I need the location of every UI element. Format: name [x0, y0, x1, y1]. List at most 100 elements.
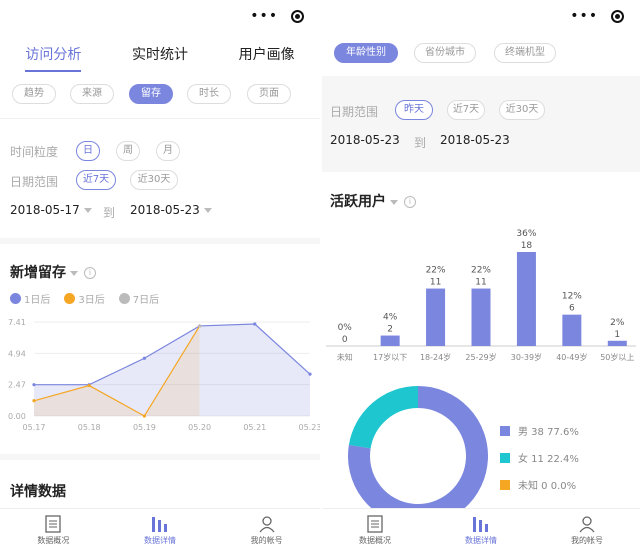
range-30days[interactable]: 近30天 — [130, 170, 178, 190]
legend-swatch — [500, 452, 510, 463]
subtab-retention[interactable]: 留存 — [129, 84, 173, 104]
range-7days[interactable]: 近7天 — [447, 100, 485, 120]
retention-line-chart: 7.41 4.94 2.47 0.00 05.17 05.18 05.19 05.20 05.2… — [8, 318, 320, 432]
bars-icon — [473, 517, 488, 532]
active-users-title-wrap[interactable]: 活跃用户 i — [330, 191, 416, 211]
legend-item[interactable]: 未知 0 0.0% — [500, 477, 579, 492]
to-label: 到 — [414, 136, 427, 150]
bar-percent-label: 2% — [610, 318, 625, 328]
tab-user-portrait[interactable]: 用户画像 — [239, 44, 295, 72]
nav-overview[interactable]: 数据概况 — [37, 515, 69, 546]
more-icon[interactable]: ••• — [250, 9, 278, 23]
legend-label: 7日后 — [132, 295, 160, 306]
legend-label: 男 38 77.6% — [518, 427, 579, 438]
portrait-tabs: 年龄性别 省份城市 终端机型 — [334, 43, 556, 63]
granularity-week[interactable]: 周 — [116, 141, 140, 161]
nav-account[interactable]: 我的帐号 — [571, 515, 603, 546]
age-bar-chart: 0 0% 未知 2 4% 17岁以下 11 22% 18-24岁 11 22% 25-29岁 18 36%… — [326, 229, 636, 362]
legend-item[interactable]: 女 11 22.4% — [500, 450, 579, 465]
data-point — [198, 324, 202, 328]
end-date-picker[interactable]: 2018-05-23 — [130, 203, 212, 217]
subtab-source[interactable]: 来源 — [70, 84, 114, 104]
doc-icon — [367, 515, 383, 533]
granularity-day[interactable]: 日 — [76, 141, 100, 161]
range-7days[interactable]: 近7天 — [76, 170, 116, 190]
nav-overview[interactable]: 数据概况 — [359, 515, 391, 546]
start-date[interactable]: 2018-05-23 — [330, 133, 400, 147]
bar-percent-label: 22% — [426, 266, 446, 276]
bar-percent-label: 22% — [471, 266, 491, 276]
nav-label: 我的帐号 — [250, 536, 283, 545]
nav-label: 数据详情 — [143, 536, 176, 545]
nav-details[interactable]: 数据详情 — [465, 515, 497, 546]
bar-percent-label: 4% — [383, 313, 398, 323]
data-point — [142, 356, 146, 360]
legend-label: 3日后 — [78, 295, 105, 306]
caret-down-icon — [390, 199, 398, 205]
donut-slice — [348, 386, 419, 449]
close-target-icon[interactable] — [610, 9, 624, 23]
retention-title: 新增留存 — [10, 265, 66, 281]
tab-realtime[interactable]: 实时统计 — [132, 44, 188, 72]
data-point — [308, 372, 312, 376]
range-yesterday[interactable]: 昨天 — [395, 100, 433, 120]
legend-item[interactable]: 7日后 — [118, 291, 160, 306]
retention-title-wrap[interactable]: 新增留存 i — [10, 262, 96, 282]
end-date: 2018-05-23 — [130, 203, 200, 217]
range-30days[interactable]: 近30天 — [499, 100, 545, 120]
data-point — [87, 383, 91, 388]
nav-details[interactable]: 数据详情 — [144, 515, 176, 546]
data-point — [32, 383, 36, 387]
x-tick-label: 30-39岁 — [511, 352, 542, 362]
legend-item[interactable]: 男 38 77.6% — [500, 423, 579, 438]
nav-label: 我的帐号 — [571, 536, 603, 545]
nav-account[interactable]: 我的帐号 — [251, 515, 283, 546]
range-label: 日期范围 — [330, 105, 379, 119]
range-label: 日期范围 — [10, 175, 59, 189]
sub-tabs: 趋势 来源 留存 时长 页面 — [12, 84, 291, 104]
bar-percent-label: 36% — [516, 229, 536, 239]
bar — [380, 335, 400, 346]
granularity-label: 时间粒度 — [10, 145, 59, 159]
legend-dot — [10, 293, 21, 304]
tab-age-gender[interactable]: 年龄性别 — [334, 43, 398, 63]
x-tick-label: 05.20 — [188, 423, 211, 432]
granularity-month[interactable]: 月 — [156, 141, 180, 161]
range-options: 昨天 近7天 近30天 — [395, 100, 545, 120]
user-icon — [579, 516, 595, 533]
caret-down-icon — [70, 270, 78, 276]
x-tick-label: 05.23 — [299, 423, 320, 432]
data-point — [32, 399, 36, 403]
legend-dot — [118, 293, 130, 304]
detail-title: 详情数据 — [10, 484, 66, 500]
start-date-picker[interactable]: 2018-05-17 — [10, 203, 92, 217]
end-date[interactable]: 2018-05-23 — [440, 133, 510, 147]
x-tick-label: 18-24岁 — [420, 352, 451, 362]
x-tick-label: 05.18 — [78, 423, 101, 432]
info-icon[interactable]: i — [84, 267, 96, 279]
subtab-duration[interactable]: 时长 — [187, 84, 231, 104]
active-users-title: 活跃用户 — [330, 194, 386, 210]
legend-item[interactable]: 1日后 — [10, 291, 50, 306]
bar — [426, 288, 446, 346]
info-icon[interactable]: i — [404, 196, 416, 208]
mini-program-capsule[interactable]: ••• — [564, 6, 630, 26]
close-target-icon[interactable] — [290, 9, 304, 23]
bar-value-label: 18 — [521, 241, 533, 251]
caret-down-icon — [83, 208, 92, 213]
x-tick-label: 05.19 — [133, 423, 156, 432]
tab-visit-analysis[interactable]: 访问分析 — [25, 44, 82, 72]
mini-program-capsule[interactable]: ••• — [244, 6, 310, 26]
gender-donut-chart — [348, 386, 488, 526]
subtab-page[interactable]: 页面 — [247, 84, 291, 104]
subtab-trend[interactable]: 趋势 — [12, 84, 56, 104]
tab-province-city[interactable]: 省份城市 — [414, 43, 476, 63]
x-tick-label: 25-29岁 — [465, 352, 496, 362]
caret-down-icon — [203, 208, 212, 213]
gender-legend: 男 38 77.6% 女 11 22.4% 未知 0 0.0% — [500, 423, 579, 504]
nav-label: 数据概况 — [359, 536, 391, 545]
legend-item[interactable]: 3日后 — [64, 291, 105, 306]
bar-value-label: 11 — [430, 278, 441, 288]
tab-device-model[interactable]: 终端机型 — [494, 43, 556, 63]
more-icon[interactable]: ••• — [570, 9, 598, 23]
